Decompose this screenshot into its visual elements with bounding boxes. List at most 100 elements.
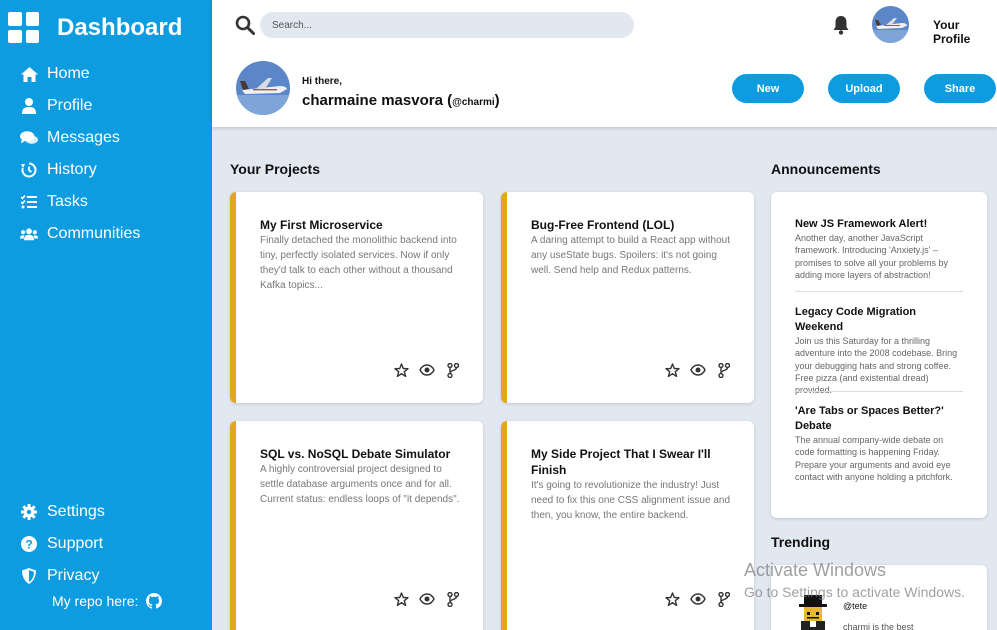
project-title: Bug-Free Frontend (LOL) [531, 218, 675, 232]
announcement-item[interactable]: New JS Framework Alert! Another day, ano… [795, 217, 963, 281]
sidebar-item-label: Profile [47, 97, 93, 114]
sidebar-item-label: Settings [47, 503, 105, 520]
sidebar-item-tasks[interactable]: Tasks [20, 186, 140, 218]
grid-logo-icon [8, 12, 39, 43]
announcement-title: Legacy Code Migration Weekend [795, 306, 917, 333]
project-actions [383, 362, 461, 378]
top-header: Your Profile Hi there, charmaine masvora… [212, 0, 997, 127]
svg-text:?: ? [25, 538, 32, 552]
project-actions [383, 591, 461, 607]
question-icon: ? [20, 535, 38, 553]
history-icon [20, 161, 38, 179]
sidebar-item-home[interactable]: Home [20, 58, 140, 90]
project-description: It's going to revolutionize the industry… [531, 480, 731, 521]
project-description: A highly controversial project designed … [260, 464, 460, 505]
trending-avatar [795, 595, 831, 630]
sidebar-item-communities[interactable]: Communities [20, 218, 140, 250]
project-description: A daring attempt to build a React app wi… [531, 235, 731, 276]
sidebar-item-history[interactable]: History [20, 154, 140, 186]
user-name: charmaine masvora (@charmi) [302, 92, 500, 109]
new-button[interactable]: New [732, 74, 804, 103]
project-card[interactable]: SQL vs. NoSQL Debate Simulator A highly … [230, 421, 483, 630]
sidebar-item-label: History [47, 161, 97, 178]
star-icon[interactable] [664, 591, 680, 607]
announcement-title: 'Are Tabs or Spaces Better?' Debate [795, 405, 944, 432]
project-title: SQL vs. NoSQL Debate Simulator [260, 447, 451, 461]
sidebar-item-label: Messages [47, 129, 120, 146]
user-icon [20, 97, 38, 115]
announcement-title: New JS Framework Alert! [795, 218, 928, 230]
user-avatar [236, 61, 290, 115]
sidebar-item-profile[interactable]: Profile [20, 90, 140, 122]
sidebar-item-label: Support [47, 535, 104, 552]
eye-icon[interactable] [690, 362, 706, 378]
eye-icon[interactable] [690, 591, 706, 607]
users-icon [20, 225, 38, 243]
project-actions [654, 591, 732, 607]
project-description: Finally detached the monolithic backend … [260, 235, 457, 291]
fork-icon[interactable] [445, 362, 461, 378]
brand[interactable]: Dashboard [8, 12, 182, 43]
sidebar-item-label: Home [47, 65, 90, 82]
sidebar-item-settings[interactable]: Settings [20, 496, 105, 528]
sidebar-item-messages[interactable]: Messages [20, 122, 140, 154]
sidebar-nav: Home Profile Messages History Tasks Comm… [20, 58, 140, 250]
divider [795, 291, 963, 292]
divider [795, 391, 963, 392]
project-actions [654, 362, 732, 378]
project-card[interactable]: Bug-Free Frontend (LOL) A daring attempt… [501, 192, 754, 403]
announcement-item[interactable]: 'Are Tabs or Spaces Better?' Debate The … [795, 404, 963, 483]
fork-icon[interactable] [716, 362, 732, 378]
sidebar-item-label: Privacy [47, 567, 100, 584]
search-input[interactable] [260, 12, 634, 38]
greeting-text: Hi there, [302, 76, 343, 87]
trending-handle[interactable]: @tete [843, 601, 867, 611]
search-icon[interactable] [235, 15, 255, 35]
eye-icon[interactable] [419, 591, 435, 607]
gear-icon [20, 503, 38, 521]
star-icon[interactable] [664, 362, 680, 378]
user-handle: @charmi [452, 97, 495, 108]
sidebar-item-label: Tasks [47, 193, 88, 210]
project-card[interactable]: My First Microservice Finally detached t… [230, 192, 483, 403]
watermark-title: Activate Windows [744, 560, 887, 580]
announcement-item[interactable]: Legacy Code Migration Weekend Join us th… [795, 305, 963, 396]
fork-icon[interactable] [716, 591, 732, 607]
avatar[interactable] [872, 6, 909, 43]
share-button[interactable]: Share [924, 74, 996, 103]
comments-icon [20, 129, 38, 147]
announcement-description: The annual company-wide debate on code f… [795, 435, 953, 482]
sidebar: Dashboard Home Profile Messages History … [0, 0, 212, 630]
projects-section-title: Your Projects [230, 161, 320, 177]
activation-watermark: Activate Windows Go to Settings to activ… [744, 560, 965, 600]
your-profile-link[interactable]: Your Profile [933, 18, 997, 46]
announcement-description: Another day, another JavaScript framewor… [795, 233, 949, 280]
tasks-icon [20, 193, 38, 211]
sidebar-item-privacy[interactable]: Privacy [20, 560, 105, 592]
sidebar-item-support[interactable]: ? Support [20, 528, 105, 560]
upload-button[interactable]: Upload [828, 74, 900, 103]
repo-label: My repo here: [52, 593, 139, 609]
eye-icon[interactable] [419, 362, 435, 378]
user-display-name: charmaine masvora [302, 92, 443, 109]
bell-icon[interactable] [832, 15, 850, 35]
sidebar-item-label: Communities [47, 225, 141, 242]
watermark-subtitle: Go to Settings to activate Windows. [744, 584, 965, 600]
star-icon[interactable] [393, 591, 409, 607]
announcements-section-title: Announcements [771, 161, 881, 177]
trending-text: charmi is the best [843, 622, 914, 630]
announcement-description: Join us this Saturday for a thrilling ad… [795, 336, 958, 395]
github-icon [146, 593, 163, 609]
star-icon[interactable] [393, 362, 409, 378]
brand-title: Dashboard [57, 13, 183, 41]
repo-link[interactable]: My repo here: [52, 593, 163, 609]
fork-icon[interactable] [445, 591, 461, 607]
announcements-panel: New JS Framework Alert! Another day, ano… [771, 192, 987, 518]
trending-section-title: Trending [771, 534, 831, 550]
home-icon [20, 65, 38, 83]
project-card[interactable]: My Side Project That I Swear I'll Finish… [501, 421, 754, 630]
project-title: My Side Project That I Swear I'll Finish [531, 447, 711, 477]
sidebar-bottom-nav: Settings ? Support Privacy [20, 496, 105, 592]
shield-icon [20, 567, 38, 585]
project-title: My First Microservice [260, 218, 383, 232]
